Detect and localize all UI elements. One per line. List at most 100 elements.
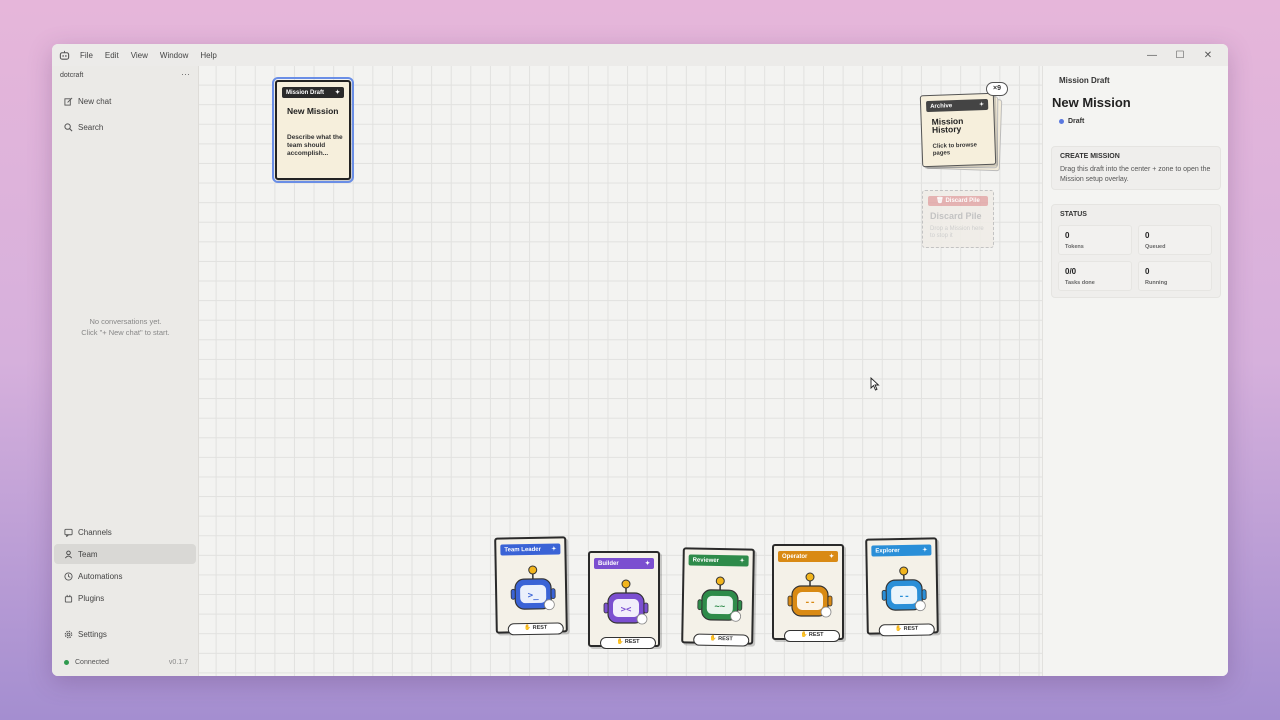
menu-file[interactable]: File	[74, 51, 99, 60]
workspace-menu-button[interactable]: ···	[181, 69, 190, 79]
agent-name: Explorer	[875, 547, 900, 554]
menu-edit[interactable]: Edit	[99, 51, 125, 60]
search-button[interactable]: Search	[54, 117, 196, 137]
agent-status: REST	[903, 625, 919, 632]
agent-status: REST	[624, 639, 640, 645]
card-tag: Archive ✦	[925, 98, 989, 113]
svg-text:><: ><	[621, 605, 632, 615]
stat-label: Tasks done	[1065, 280, 1095, 286]
minimize-button[interactable]: —	[1138, 50, 1166, 61]
new-chat-button[interactable]: New chat	[54, 91, 196, 111]
agent-status: REST	[718, 636, 733, 643]
robot-avatar-icon: --	[881, 566, 927, 612]
status-badge: Draft	[1059, 118, 1084, 125]
agent-card[interactable]: Team Leader ✦ >_ ✋ REST	[494, 536, 568, 636]
status-dot-icon	[1059, 119, 1064, 124]
menu-window[interactable]: Window	[154, 51, 194, 60]
robot-avatar-icon: --	[787, 572, 833, 618]
section-title: STATUS	[1060, 211, 1087, 218]
archive-card[interactable]: Archive ✦ Mission History Click to brows…	[919, 92, 997, 168]
star-icon: ✦	[334, 90, 340, 96]
agent-status-pill: ✋ REST	[784, 630, 840, 642]
hand-icon: ✋	[895, 625, 904, 633]
discard-title: Discard Pile	[930, 211, 982, 221]
agent-card[interactable]: Builder ✦ >< ✋ REST	[588, 551, 660, 649]
star-icon: ✦	[644, 561, 650, 567]
svg-text:~~: ~~	[714, 602, 726, 612]
sidebar-item-label: Settings	[78, 629, 107, 639]
stat-queued: 0 Queued	[1138, 225, 1212, 255]
agent-name: Operator	[782, 553, 808, 560]
agent-status-pill: ✋ REST	[600, 637, 656, 649]
svg-text:--: --	[899, 592, 910, 602]
title-bar: File Edit View Window Help — ☐ ✕	[52, 44, 1228, 66]
star-icon: ✦	[828, 554, 834, 560]
sidebar-item-plugins[interactable]: Plugins	[54, 588, 196, 608]
gear-icon	[64, 630, 78, 639]
section-title: CREATE MISSION	[1060, 153, 1120, 160]
close-button[interactable]: ✕	[1194, 50, 1222, 61]
connection-label: Connected	[75, 659, 109, 666]
star-icon: ✦	[922, 547, 928, 554]
menu-view[interactable]: View	[125, 51, 154, 60]
status-label: Draft	[1068, 118, 1085, 125]
agent-name: Team Leader	[504, 546, 542, 553]
stat-value: 0	[1065, 231, 1070, 240]
star-icon: ✦	[979, 102, 985, 109]
discard-tag-label: Discard Pile	[945, 198, 980, 204]
empty-note-line2: Click "+ New chat" to start.	[81, 328, 170, 337]
app-window: File Edit View Window Help — ☐ ✕ dotcraf…	[52, 44, 1228, 676]
inspector-panel: Mission Draft New Mission Draft CREATE M…	[1042, 66, 1228, 676]
edit-icon	[64, 97, 78, 106]
sidebar-item-team[interactable]: Team	[54, 544, 196, 564]
hand-icon: ✋	[709, 635, 719, 643]
status-section: STATUS 0 Tokens 0 Queued 0/0 Tasks done …	[1051, 204, 1221, 298]
agent-card[interactable]: Reviewer ✦ ~~ ✋ REST	[681, 547, 755, 647]
star-icon: ✦	[739, 558, 745, 565]
mission-draft-card[interactable]: Mission Draft ✦ New Mission Describe wha…	[272, 77, 354, 183]
star-icon: ✦	[551, 546, 557, 553]
sidebar-item-label: Channels	[78, 527, 112, 537]
sidebar-item-settings[interactable]: Settings	[54, 624, 196, 644]
menu-help[interactable]: Help	[194, 51, 222, 60]
archive-count-badge: ×9	[986, 82, 1008, 96]
app-logo-icon	[54, 50, 74, 61]
create-mission-section: CREATE MISSION Drag this draft into the …	[1051, 146, 1221, 190]
agent-tag: Explorer ✦	[871, 544, 932, 557]
stat-value: 0	[1145, 267, 1150, 276]
discard-pile[interactable]: 🗑 Discard Pile Discard Pile Drop a Missi…	[922, 190, 994, 248]
status-dot-icon	[64, 660, 69, 665]
discard-tag: 🗑 Discard Pile	[928, 196, 988, 206]
robot-avatar-icon: ><	[603, 579, 649, 625]
card-description: Describe what the team should accomplish…	[287, 134, 343, 157]
agent-name: Builder	[598, 560, 619, 567]
agent-name: Reviewer	[692, 557, 720, 564]
agent-card[interactable]: Operator ✦ -- ✋ REST	[772, 544, 844, 642]
stat-label: Running	[1145, 280, 1168, 286]
app-version: v0.1.7	[168, 659, 188, 666]
agent-tag: Team Leader ✦	[500, 543, 561, 556]
stat-tasks-done: 0/0 Tasks done	[1058, 261, 1132, 291]
card-title: Mission History	[931, 115, 964, 135]
maximize-button[interactable]: ☐	[1166, 50, 1194, 61]
stat-running: 0 Running	[1138, 261, 1212, 291]
search-icon	[64, 122, 78, 132]
svg-text:>_: >_	[528, 591, 540, 601]
sidebar-item-label: Team	[78, 549, 98, 559]
clock-icon	[64, 571, 78, 581]
panel-label: Mission Draft	[1059, 76, 1110, 85]
stat-label: Tokens	[1065, 244, 1084, 250]
hand-icon: ✋	[616, 639, 625, 645]
agent-tag: Builder ✦	[594, 558, 654, 569]
card-title: New Mission	[287, 106, 339, 116]
mission-canvas[interactable]: Mission Draft ✦ New Mission Describe wha…	[199, 66, 1042, 676]
sidebar-item-automations[interactable]: Automations	[54, 566, 196, 586]
search-label: Search	[78, 122, 104, 132]
agent-card[interactable]: Explorer ✦ -- ✋ REST	[865, 537, 939, 637]
card-tag-label: Archive	[930, 102, 953, 110]
sidebar-item-channels[interactable]: Channels	[54, 522, 196, 542]
stat-tokens: 0 Tokens	[1058, 225, 1132, 255]
empty-note-line1: No conversations yet.	[89, 317, 162, 326]
panel-title: New Mission	[1052, 95, 1131, 110]
archive-deck[interactable]: Archive ✦ Mission History Click to brows…	[919, 82, 1008, 172]
